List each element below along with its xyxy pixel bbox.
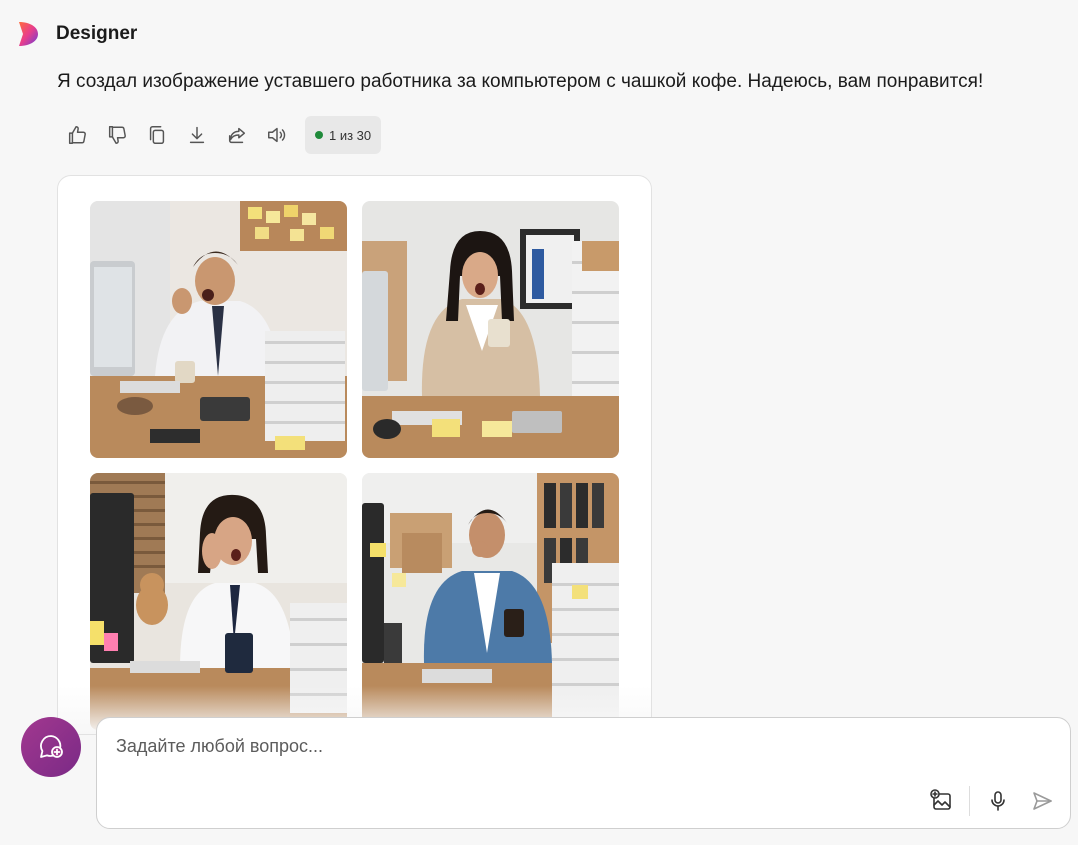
read-aloud-button[interactable]: [257, 116, 297, 154]
image-results-card: [57, 175, 652, 735]
designer-logo-icon: [19, 22, 38, 46]
download-icon: [189, 126, 205, 144]
chat-input[interactable]: [116, 736, 916, 770]
page-counter-label: 1 из 30: [329, 127, 372, 143]
page-counter[interactable]: 1 из 30: [305, 116, 382, 154]
status-dot: [315, 131, 323, 139]
thumbs-down-icon: [108, 126, 126, 144]
composer-divider: [969, 786, 970, 816]
thumbs-up-icon: [68, 126, 86, 144]
chat-header: Designer: [16, 20, 137, 48]
download-button[interactable]: [177, 116, 217, 154]
copy-button[interactable]: [137, 116, 177, 154]
generated-image-1[interactable]: [90, 201, 347, 458]
dislike-button[interactable]: [97, 116, 137, 154]
add-image-icon: [930, 789, 951, 810]
new-chat-button[interactable]: [21, 717, 81, 777]
send-icon: [1033, 792, 1052, 810]
share-button[interactable]: [217, 116, 257, 154]
share-icon: [228, 127, 246, 144]
yawning-man-office-image: [90, 201, 347, 458]
new-chat-icon: [40, 735, 63, 758]
message-composer: [96, 717, 1071, 829]
microphone-button[interactable]: [981, 784, 1015, 818]
app-name: Designer: [56, 23, 138, 44]
copy-icon: [149, 126, 165, 144]
generated-image-2[interactable]: [362, 201, 619, 458]
send-button[interactable]: [1025, 784, 1059, 818]
yawning-woman-coffee-image: [362, 201, 619, 458]
message-actions: 1 из 30: [57, 116, 382, 154]
add-image-button[interactable]: [925, 784, 959, 818]
speaker-icon: [268, 127, 286, 143]
like-button[interactable]: [57, 116, 97, 154]
assistant-message: Я создал изображение уставшего работника…: [57, 71, 984, 92]
microphone-icon: [991, 791, 1005, 811]
